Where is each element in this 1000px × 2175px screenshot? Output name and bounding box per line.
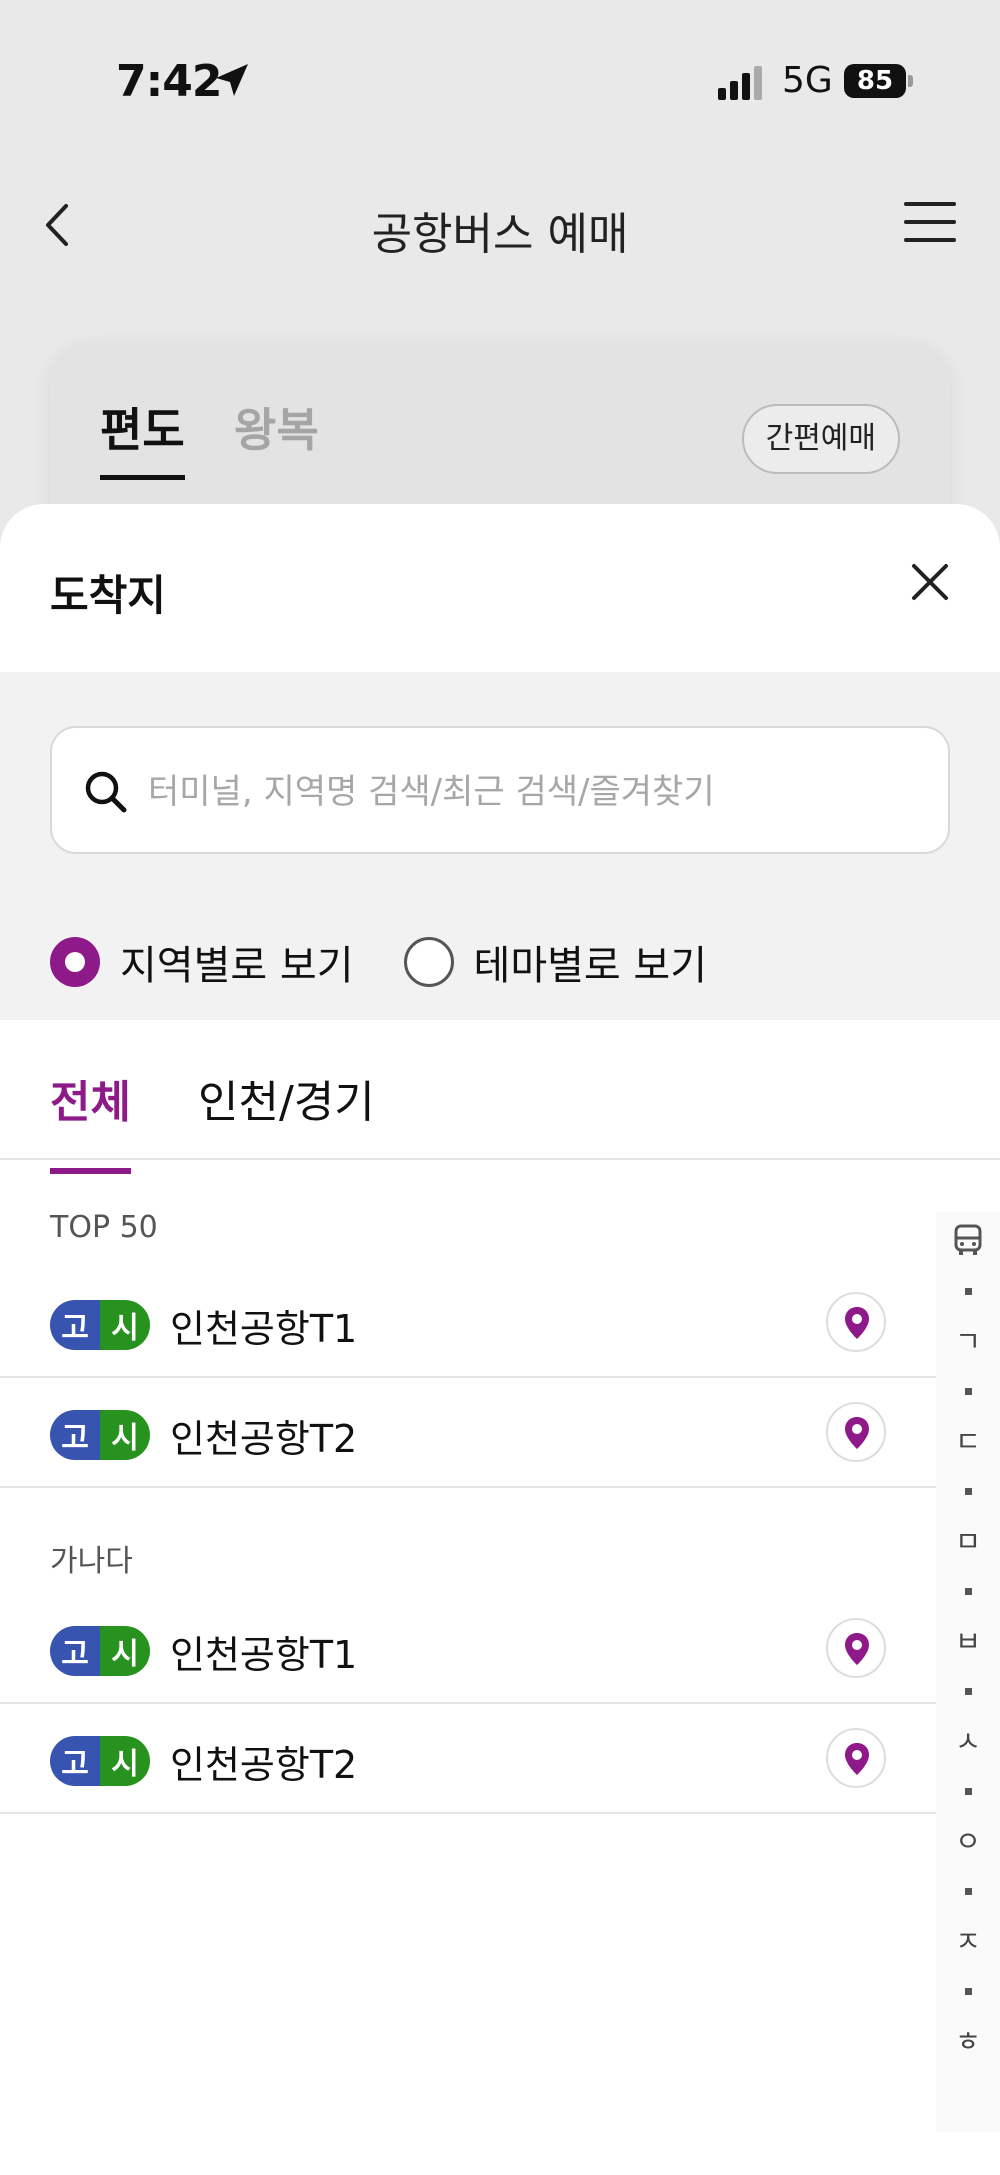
radio-label: 테마별로 보기 [473, 943, 708, 989]
list-item[interactable]: 고 시 인천공항T1 [0, 1594, 1000, 1704]
battery-level: 85 [844, 64, 906, 98]
badge-city: 시 [100, 1410, 150, 1460]
tab-one-way[interactable]: 편도 [100, 394, 185, 480]
badge-express: 고 [50, 1410, 100, 1460]
region-tabs: 전체 인천/경기 [0, 1020, 1000, 1174]
route-type-badge: 고 시 [50, 1410, 150, 1460]
tab-round-trip[interactable]: 왕복 [234, 394, 319, 460]
radio-label: 지역별로 보기 [120, 943, 354, 989]
stop-name: 인천공항T2 [170, 1417, 358, 1461]
index-letter[interactable]: ㄱ [936, 1320, 1000, 1360]
index-letter[interactable]: ㅈ [936, 1920, 1000, 1960]
stop-name: 인천공항T1 [170, 1633, 358, 1677]
map-pin-icon[interactable] [826, 1292, 886, 1352]
network-type: 5G [782, 60, 833, 101]
search-icon [85, 771, 127, 813]
page-title: 공항버스 예매 [371, 209, 629, 260]
list-item[interactable]: 고 시 인천공항T1 [0, 1268, 1000, 1378]
view-mode-radio-group: 지역별로 보기 테마별로 보기 [50, 932, 757, 992]
list-item[interactable]: 고 시 인천공항T2 [0, 1704, 1000, 1814]
destination-sheet: 도착지 지역별로 보기 테마별로 보기 전체 인천/경기 [0, 504, 1000, 2175]
index-letter[interactable]: ㅇ [936, 1820, 1000, 1860]
sheet-title: 도착지 [50, 571, 166, 620]
status-bar: 7:42 5G 85 [0, 0, 1000, 160]
radio-selected-icon [50, 937, 100, 987]
section-label: 가나다 [50, 1544, 133, 1579]
route-type-badge: 고 시 [50, 1300, 150, 1350]
badge-city: 시 [100, 1736, 150, 1786]
sheet-header: 도착지 [0, 504, 1000, 672]
tab-all[interactable]: 전체 [50, 1066, 131, 1174]
badge-city: 시 [100, 1300, 150, 1350]
badge-city: 시 [100, 1626, 150, 1676]
location-arrow-icon [216, 64, 248, 96]
section-label: TOP 50 [50, 1210, 158, 1245]
map-pin-icon[interactable] [826, 1728, 886, 1788]
radio-view-by-region[interactable]: 지역별로 보기 [50, 933, 354, 991]
route-type-badge: 고 시 [50, 1736, 150, 1786]
index-letter[interactable]: ㅂ [936, 1620, 1000, 1660]
map-pin-icon[interactable] [826, 1402, 886, 1462]
bus-icon[interactable] [954, 1224, 982, 1256]
search-input[interactable] [148, 752, 928, 832]
radio-view-by-theme[interactable]: 테마별로 보기 [403, 933, 708, 991]
stop-name: 인천공항T1 [170, 1307, 358, 1351]
search-box[interactable] [50, 726, 950, 854]
alphabet-index-bar[interactable]: ㄱ ㄷ ㅁ ㅂ ㅅ ㅇ ㅈ ㅎ [936, 1212, 1000, 2132]
search-area: 지역별로 보기 테마별로 보기 [0, 672, 1000, 1020]
index-letter[interactable]: ㅎ [936, 2020, 1000, 2060]
index-letter[interactable]: ㄷ [936, 1420, 1000, 1460]
index-letter[interactable]: ㅅ [936, 1720, 1000, 1760]
cellular-signal-icon [718, 66, 762, 100]
badge-express: 고 [50, 1300, 100, 1350]
close-icon[interactable] [906, 558, 954, 606]
destination-list: TOP 50 고 시 인천공항T1 고 시 인천공항T2 가나다 고 시 인천공… [0, 1162, 1000, 1814]
index-letter[interactable]: ㅁ [936, 1520, 1000, 1560]
battery-icon: 85 [844, 64, 914, 100]
badge-express: 고 [50, 1626, 100, 1676]
status-time: 7:42 [116, 56, 222, 107]
radio-unselected-icon [403, 937, 454, 987]
route-type-badge: 고 시 [50, 1626, 150, 1676]
hamburger-menu-icon[interactable] [904, 202, 956, 246]
app-header: 공항버스 예매 [0, 180, 1000, 270]
tab-incheon-gyeonggi[interactable]: 인천/경기 [198, 1066, 375, 1130]
list-item[interactable]: 고 시 인천공항T2 [0, 1378, 1000, 1488]
quick-booking-button[interactable]: 간편예매 [741, 404, 900, 474]
map-pin-icon[interactable] [826, 1618, 886, 1678]
badge-express: 고 [50, 1736, 100, 1786]
stop-name: 인천공항T2 [170, 1743, 358, 1787]
